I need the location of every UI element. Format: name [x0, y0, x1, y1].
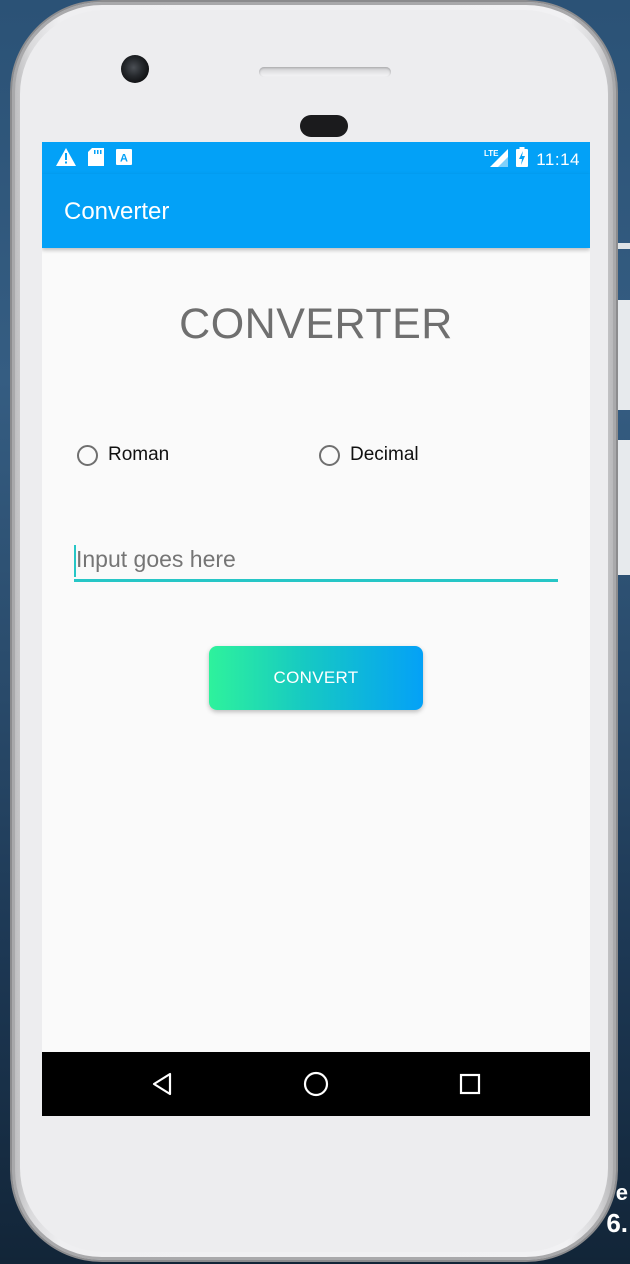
home-icon[interactable] [302, 1070, 330, 1098]
text-cursor [74, 545, 76, 577]
radio-roman-circle[interactable] [77, 444, 98, 466]
front-camera [121, 55, 149, 83]
app-toolbar: Converter [42, 174, 590, 248]
radio-decimal[interactable]: Decimal [319, 444, 419, 466]
warning-icon [56, 148, 76, 171]
signal-icon: LTE [484, 147, 509, 172]
navigation-bar [42, 1052, 590, 1116]
background-text-fragment-2: 6. [606, 1208, 628, 1238]
conversion-input[interactable] [74, 542, 558, 582]
convert-button-label: CONVERT [273, 668, 359, 687]
status-time: 11:14 [536, 149, 580, 169]
convert-button[interactable]: CONVERT [209, 646, 423, 710]
radio-roman-label: Roman [108, 444, 170, 465]
radio-decimal-label: Decimal [350, 444, 419, 465]
keyboard-a-icon: A [116, 149, 132, 170]
status-system: LTE 11:14 [484, 147, 580, 172]
back-icon[interactable] [148, 1070, 176, 1098]
status-notifications: A [56, 148, 132, 171]
status-bar: A LTE 11:14 [42, 142, 590, 174]
app-title: Converter [64, 198, 170, 225]
radio-decimal-circle[interactable] [319, 444, 340, 466]
svg-text:A: A [120, 153, 128, 165]
background-text-fragment-1: e [615, 1180, 628, 1205]
recents-icon[interactable] [456, 1070, 484, 1098]
battery-icon [516, 147, 529, 172]
page-heading: CONVERTER [179, 300, 453, 348]
sd-card-icon [88, 148, 104, 171]
network-label: LTE [484, 149, 499, 158]
app-screen: A LTE 11:14 Converter CONVERTER Roman De… [42, 142, 590, 1116]
speaker-grill [259, 67, 391, 77]
radio-roman[interactable]: Roman [77, 444, 169, 466]
earpiece [300, 115, 348, 137]
